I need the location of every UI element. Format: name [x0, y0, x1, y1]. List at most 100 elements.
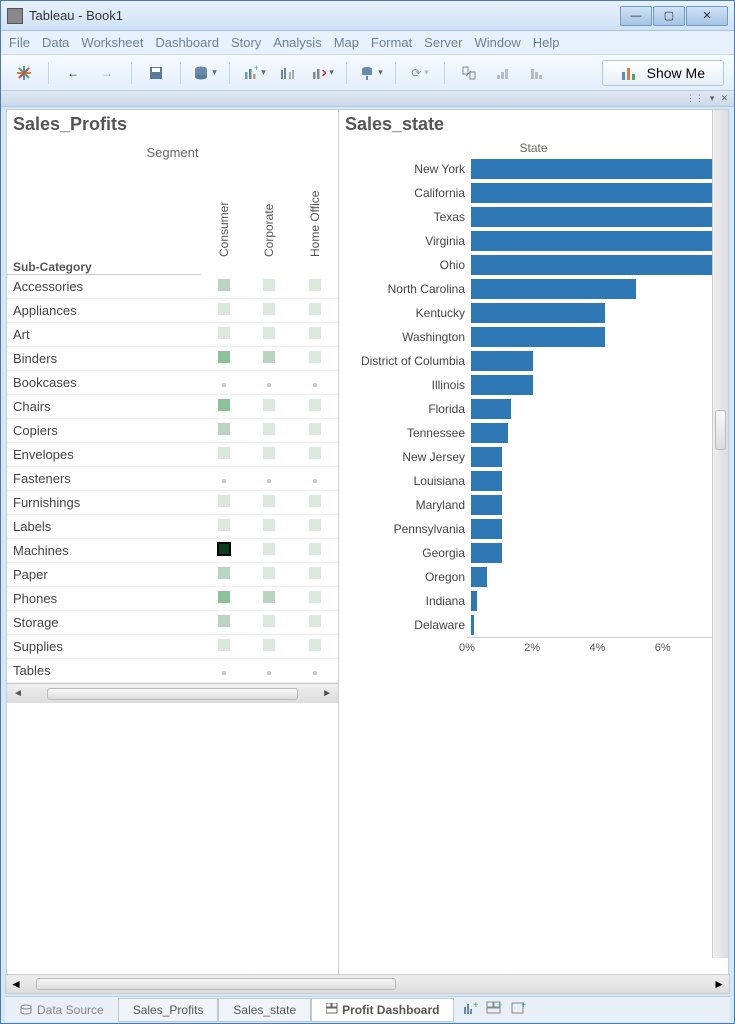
main-hscroll[interactable]: ◄ ► [5, 974, 730, 994]
sort-asc-button[interactable] [490, 60, 516, 86]
clear-worksheet-button[interactable]: ✕ [309, 60, 335, 86]
new-worksheet-tab-button[interactable]: + [462, 1001, 478, 1018]
save-button[interactable] [143, 60, 169, 86]
bar-row[interactable]: Maryland [343, 493, 720, 517]
cell[interactable] [201, 515, 247, 539]
bar[interactable] [471, 231, 720, 251]
minimize-button[interactable]: — [620, 6, 652, 26]
vertical-scrollbar[interactable] [712, 110, 728, 958]
bar[interactable] [471, 543, 502, 563]
cell[interactable] [292, 395, 338, 419]
tab-datasource[interactable]: Data Source [5, 999, 118, 1021]
cell[interactable] [201, 299, 247, 323]
cell[interactable] [201, 395, 247, 419]
bar[interactable] [471, 519, 502, 539]
dash-grip-icon[interactable]: ⋮⋮ [686, 93, 704, 104]
new-story-tab-button[interactable]: + [510, 1001, 526, 1018]
row-copiers[interactable]: Copiers [7, 419, 201, 443]
bar[interactable] [471, 303, 605, 323]
cell[interactable] [292, 515, 338, 539]
bar[interactable] [471, 471, 502, 491]
row-supplies[interactable]: Supplies [7, 635, 201, 659]
cell[interactable] [246, 299, 292, 323]
cell[interactable] [292, 467, 338, 491]
tab-profit-dashboard[interactable]: Profit Dashboard [311, 998, 454, 1022]
sort-desc-button[interactable] [524, 60, 550, 86]
swap-button[interactable] [456, 60, 482, 86]
row-fasteners[interactable]: Fasteners [7, 467, 201, 491]
bar-row[interactable]: California [343, 181, 720, 205]
cell[interactable] [201, 491, 247, 515]
bar-row[interactable]: Texas [343, 205, 720, 229]
row-labels[interactable]: Labels [7, 515, 201, 539]
cell[interactable] [246, 275, 292, 299]
row-machines[interactable]: Machines [7, 539, 201, 563]
menu-worksheet[interactable]: Worksheet [81, 35, 143, 50]
cell[interactable] [246, 467, 292, 491]
cell[interactable] [292, 491, 338, 515]
bar[interactable] [471, 183, 720, 203]
cell[interactable] [201, 611, 247, 635]
data-source-button[interactable] [192, 60, 218, 86]
cell[interactable] [246, 659, 292, 683]
main-hscroll-thumb[interactable] [36, 978, 396, 990]
cell[interactable] [246, 395, 292, 419]
cell[interactable] [292, 611, 338, 635]
row-bookcases[interactable]: Bookcases [7, 371, 201, 395]
bar-row[interactable]: Indiana [343, 589, 720, 613]
cell[interactable] [246, 587, 292, 611]
logo-icon[interactable] [11, 60, 37, 86]
cell[interactable] [201, 371, 247, 395]
cell[interactable] [292, 371, 338, 395]
dash-close-icon[interactable]: ✕ [720, 93, 728, 104]
row-binders[interactable]: Binders [7, 347, 201, 371]
cell[interactable] [246, 491, 292, 515]
cell[interactable] [201, 659, 247, 683]
bar[interactable] [471, 423, 508, 443]
cell[interactable] [292, 419, 338, 443]
menu-window[interactable]: Window [474, 35, 520, 50]
col-corporate[interactable]: Corporate [262, 237, 276, 257]
row-paper[interactable]: Paper [7, 563, 201, 587]
cell[interactable] [246, 635, 292, 659]
cell[interactable] [292, 347, 338, 371]
dash-dropdown-icon[interactable]: ▾ [710, 93, 715, 104]
cell[interactable] [246, 323, 292, 347]
cell[interactable] [201, 563, 247, 587]
vscroll-thumb[interactable] [715, 410, 726, 450]
bar[interactable] [471, 327, 605, 347]
cell[interactable] [246, 419, 292, 443]
menu-analysis[interactable]: Analysis [273, 35, 321, 50]
bar-row[interactable]: Ohio [343, 253, 720, 277]
col-homeoffice[interactable]: Home Office [308, 237, 322, 257]
bar[interactable] [471, 399, 511, 419]
cell[interactable] [292, 323, 338, 347]
cell[interactable] [201, 635, 247, 659]
bar[interactable] [471, 615, 474, 635]
bar-row[interactable]: Illinois [343, 373, 720, 397]
menu-file[interactable]: File [9, 35, 30, 50]
bar[interactable] [471, 447, 502, 467]
bar-row[interactable]: Washington [343, 325, 720, 349]
bar-row[interactable]: Oregon [343, 565, 720, 589]
cell[interactable] [201, 275, 247, 299]
bar[interactable] [471, 591, 477, 611]
bar[interactable] [471, 495, 502, 515]
show-me-button[interactable]: Show Me [602, 60, 724, 86]
row-envelopes[interactable]: Envelopes [7, 443, 201, 467]
cell[interactable] [201, 347, 247, 371]
cell[interactable] [292, 443, 338, 467]
bar[interactable] [471, 567, 487, 587]
bar[interactable] [471, 159, 720, 179]
cell[interactable] [292, 275, 338, 299]
row-storage[interactable]: Storage [7, 611, 201, 635]
connect-button[interactable] [358, 60, 384, 86]
row-accessories[interactable]: Accessories [7, 275, 201, 299]
menu-help[interactable]: Help [533, 35, 560, 50]
new-dashboard-tab-button[interactable]: + [486, 1001, 502, 1018]
cell[interactable] [292, 587, 338, 611]
row-chairs[interactable]: Chairs [7, 395, 201, 419]
bar[interactable] [471, 255, 720, 275]
cell[interactable] [246, 539, 292, 563]
cell[interactable] [201, 323, 247, 347]
